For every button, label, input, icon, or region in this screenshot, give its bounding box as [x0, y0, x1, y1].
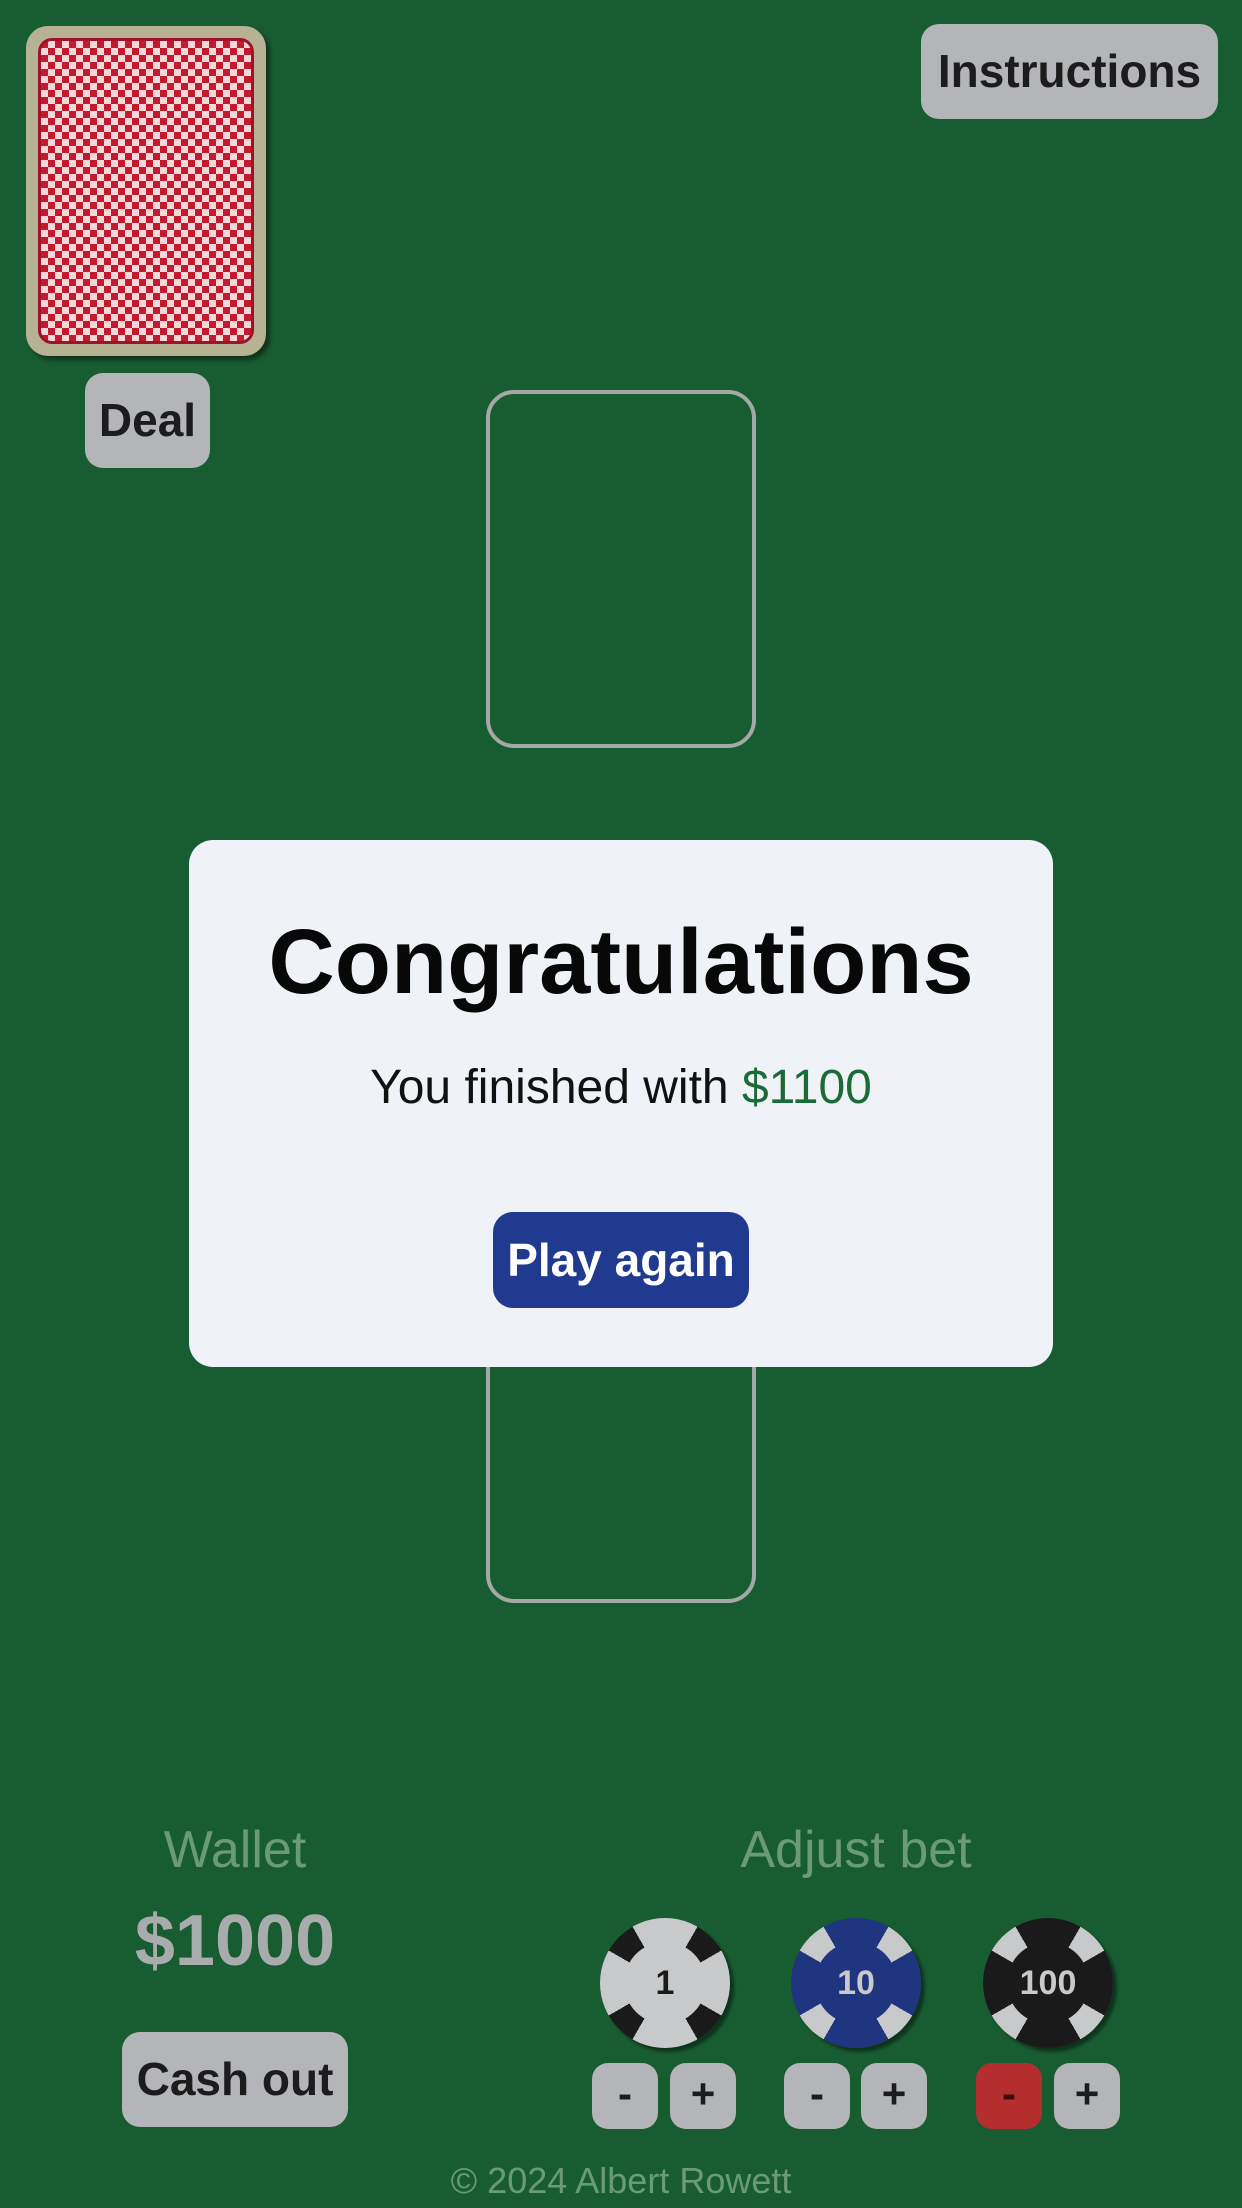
- card-deck[interactable]: [26, 26, 266, 356]
- wallet-amount: $1000: [134, 1901, 336, 1981]
- chip-1-value: 1: [624, 1942, 706, 2024]
- modal-message: You finished with $1100: [189, 1060, 1053, 1115]
- chip-1[interactable]: 1: [600, 1918, 730, 2048]
- dealer-card-slot: [486, 390, 756, 748]
- copyright-footer: © 2024 Albert Rowett: [450, 2160, 792, 2201]
- game-over-modal: Congratulations You finished with $1100 …: [189, 840, 1053, 1367]
- chip-10-value: 10: [815, 1942, 897, 2024]
- chip-100-minus-button[interactable]: -: [976, 2063, 1042, 2129]
- adjust-bet-label: Adjust bet: [740, 1821, 972, 1879]
- chip-10[interactable]: 10: [791, 1918, 921, 2048]
- instructions-button[interactable]: Instructions: [921, 24, 1218, 119]
- modal-message-text: You finished with: [370, 1061, 729, 1114]
- chip-100-plus-button[interactable]: +: [1054, 2063, 1120, 2129]
- play-again-button[interactable]: Play again: [493, 1212, 749, 1308]
- chip-1-minus-button[interactable]: -: [592, 2063, 658, 2129]
- wallet-label: Wallet: [163, 1821, 307, 1879]
- final-amount: $1100: [741, 1061, 872, 1114]
- game-table: Instructions Deal Congratulations You fi…: [0, 0, 1242, 2208]
- cash-out-button[interactable]: Cash out: [122, 2032, 348, 2127]
- card-back-pattern: [38, 38, 254, 344]
- chip-100[interactable]: 100: [983, 1918, 1113, 2048]
- chip-1-plus-button[interactable]: +: [670, 2063, 736, 2129]
- modal-title: Congratulations: [268, 911, 974, 1013]
- chip-10-plus-button[interactable]: +: [861, 2063, 927, 2129]
- chip-100-value: 100: [1007, 1942, 1089, 2024]
- deal-button[interactable]: Deal: [85, 373, 210, 468]
- chip-10-minus-button[interactable]: -: [784, 2063, 850, 2129]
